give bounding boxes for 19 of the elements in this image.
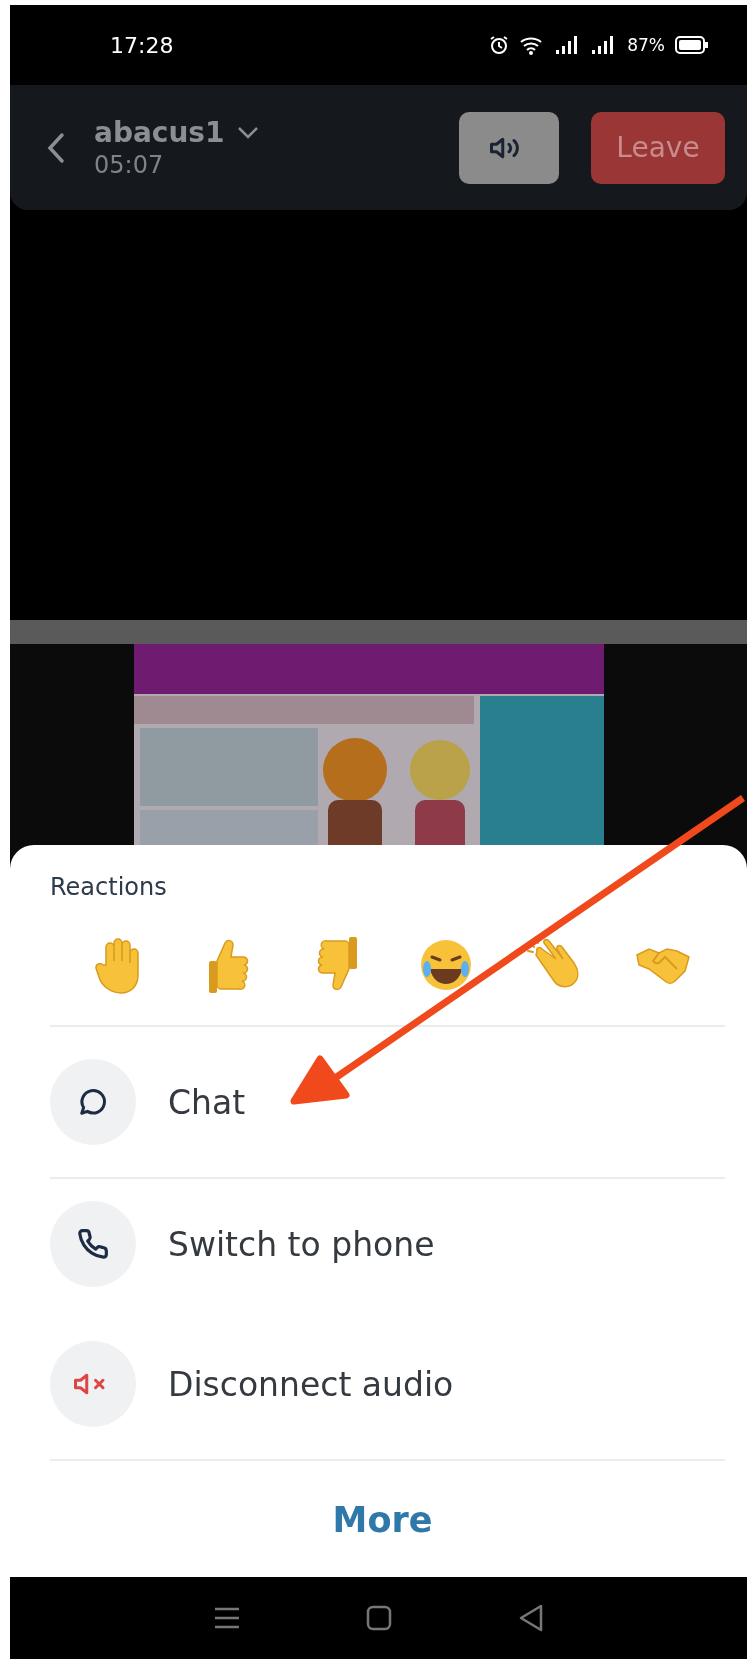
- speaker-button[interactable]: [459, 111, 559, 184]
- battery-percent: 87%: [627, 35, 665, 55]
- battery-icon: [675, 36, 709, 54]
- action-label[interactable]: Chat: [168, 1082, 246, 1122]
- call-duration: 05:07: [94, 151, 165, 179]
- chevron-down-icon[interactable]: [236, 125, 259, 140]
- menu-icon[interactable]: [212, 1606, 241, 1630]
- chat-bubble-icon: [78, 1087, 108, 1117]
- action-label[interactable]: Disconnect audio: [168, 1364, 454, 1404]
- meeting-title[interactable]: abacus1: [94, 116, 225, 149]
- back-triangle-icon[interactable]: [518, 1604, 545, 1632]
- clock-time: 17:28: [110, 32, 174, 58]
- more-button[interactable]: More: [326, 1499, 439, 1541]
- action-label[interactable]: Switch to phone: [168, 1224, 435, 1264]
- home-icon[interactable]: [366, 1605, 393, 1631]
- phone-icon: [77, 1228, 109, 1260]
- alarm-icon: [489, 35, 510, 55]
- reactions-label: Reactions: [50, 873, 167, 901]
- back-icon[interactable]: [46, 131, 66, 164]
